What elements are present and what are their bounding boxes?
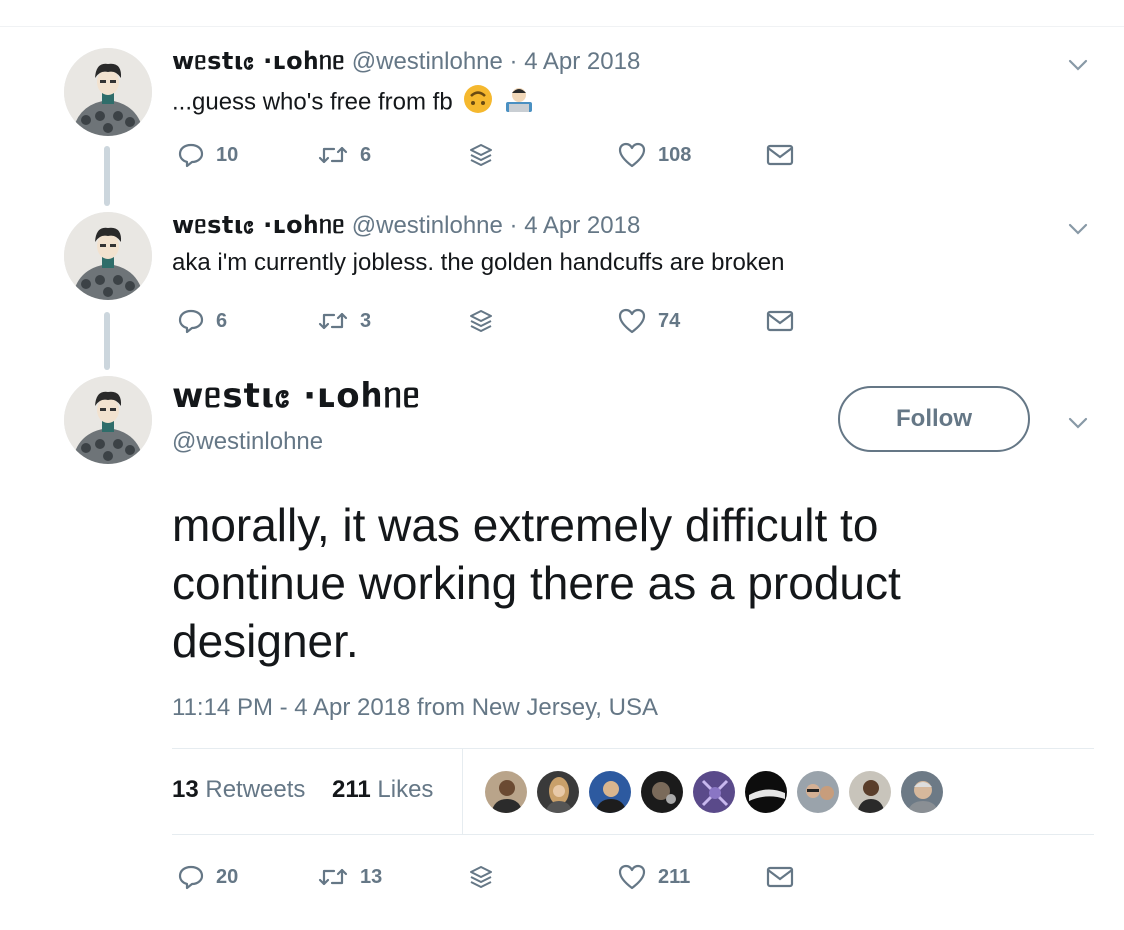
like-total: 211 (332, 776, 371, 803)
retweet-count: 6 (360, 143, 372, 166)
liker-avatar[interactable] (640, 770, 684, 814)
retweet-icon (318, 312, 348, 330)
top-divider (0, 26, 1124, 27)
chevron-down-icon[interactable] (1066, 414, 1090, 432)
liker-avatar[interactable] (692, 770, 736, 814)
display-name[interactable]: ᴡᥱstι᥋ ·ʟoհᥒᥱ (172, 47, 345, 75)
retweet-icon (318, 146, 348, 164)
avatar[interactable] (64, 212, 152, 300)
retweet-button[interactable]: 6 (318, 142, 371, 168)
like-button[interactable]: 74 (618, 308, 680, 334)
tweet-date[interactable]: 4 Apr 2018 (524, 48, 640, 75)
direct-message-button[interactable] (766, 144, 794, 166)
tweet-header: ᴡᥱstι᥋ ·ʟoհᥒᥱ @westinlohne · 4 Apr 2018 (172, 46, 640, 77)
avatar[interactable] (64, 48, 152, 136)
tweet-date[interactable]: 4 Apr 2018 (524, 212, 640, 239)
direct-message-button[interactable] (766, 310, 794, 332)
separator: · (509, 212, 518, 239)
chevron-down-icon[interactable] (1066, 56, 1090, 74)
divider (172, 834, 1094, 835)
reply-button[interactable]: 10 (178, 142, 238, 168)
tweet-text: morally, it was extremely difficult to c… (172, 499, 901, 667)
reply-icon (178, 309, 204, 334)
layers-icon (470, 144, 492, 166)
liker-avatar[interactable] (484, 770, 528, 814)
stack-button[interactable] (468, 142, 494, 168)
like-count: 108 (658, 143, 692, 166)
thread-line (104, 312, 110, 370)
liker-avatar[interactable] (744, 770, 788, 814)
heart-icon (618, 864, 646, 890)
liker-avatars (484, 770, 952, 814)
divider (462, 748, 463, 834)
thread-line (104, 146, 110, 206)
retweet-button[interactable]: 3 (318, 308, 371, 334)
retweets-stat[interactable]: 13 Retweets (172, 776, 305, 804)
display-name[interactable]: ᴡᥱstι᥋ ·ʟoհᥒᥱ (172, 376, 421, 417)
handle[interactable]: @westinlohne (352, 48, 503, 75)
follow-button[interactable]: Follow (838, 386, 1030, 452)
reply-button[interactable]: 20 (178, 864, 238, 890)
stack-button[interactable] (468, 308, 494, 334)
liker-avatar[interactable] (848, 770, 892, 814)
display-name[interactable]: ᴡᥱstι᥋ ·ʟoհᥒᥱ (172, 211, 345, 239)
chevron-down-icon[interactable] (1066, 220, 1090, 238)
heart-icon (618, 308, 646, 334)
envelope-icon (766, 866, 794, 888)
retweet-label: Retweets (205, 776, 306, 803)
heart-icon (618, 142, 646, 168)
envelope-icon (766, 310, 794, 332)
reply-count: 20 (216, 865, 239, 888)
upside-down-face-icon (463, 84, 493, 122)
layers-icon (470, 310, 492, 332)
retweet-total: 13 (172, 776, 199, 803)
tweet-text-content: ...guess who's free from fb (172, 88, 453, 116)
liker-avatar[interactable] (900, 770, 944, 814)
envelope-icon (766, 144, 794, 166)
reply-button[interactable]: 6 (178, 308, 227, 334)
retweet-icon (318, 868, 348, 886)
liker-avatar[interactable] (588, 770, 632, 814)
like-label: Likes (377, 776, 434, 803)
tweet-text: aka i'm currently jobless. the golden ha… (172, 249, 785, 276)
likes-stat[interactable]: 211 Likes (332, 776, 433, 804)
direct-message-button[interactable] (766, 866, 794, 888)
stack-button[interactable] (468, 864, 494, 890)
liker-avatar[interactable] (536, 770, 580, 814)
like-button[interactable]: 211 (618, 864, 690, 890)
tweet-text: ...guess who's free from fb (172, 84, 534, 122)
liker-avatar[interactable] (796, 770, 840, 814)
retweet-count: 3 (360, 309, 372, 332)
reply-icon (178, 143, 204, 168)
avatar[interactable] (64, 376, 152, 464)
tweet-header: ᴡᥱstι᥋ ·ʟoհᥒᥱ @westinlohne · 4 Apr 2018 (172, 210, 640, 241)
tweet-timestamp[interactable]: 11:14 PM - 4 Apr 2018 from New Jersey, U… (172, 694, 658, 722)
man-technologist-icon (504, 84, 534, 122)
retweet-button[interactable]: 13 (318, 864, 382, 890)
divider (172, 748, 1094, 749)
reply-count: 10 (216, 143, 239, 166)
separator: · (509, 48, 518, 75)
handle[interactable]: @westinlohne (172, 428, 323, 456)
like-button[interactable]: 108 (618, 142, 691, 168)
handle[interactable]: @westinlohne (352, 212, 503, 239)
like-count: 211 (658, 865, 691, 888)
like-count: 74 (658, 309, 681, 332)
reply-icon (178, 865, 204, 890)
reply-count: 6 (216, 309, 228, 332)
retweet-count: 13 (360, 865, 383, 888)
layers-icon (470, 866, 492, 888)
